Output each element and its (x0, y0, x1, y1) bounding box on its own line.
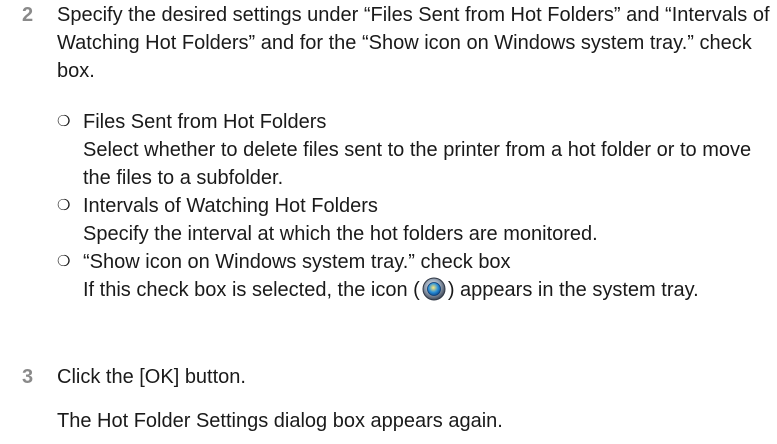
bullet-title: “Show icon on Windows system tray.” chec… (83, 251, 511, 273)
bullet-description-end: ) appears in the system tray. (447, 279, 699, 301)
step-instruction: Click the [OK] button. (57, 366, 246, 388)
bullet-title: Intervals of Watching Hot Folders (83, 195, 378, 217)
bullet-description: Specify the interval at which the hot fo… (83, 223, 598, 245)
circle-bullet-icon: ❍ (57, 113, 71, 130)
bullet-description: Select whether to delete files sent to t… (83, 139, 752, 189)
bullet-description-start: If this check box is selected, the icon … (83, 279, 420, 301)
step-instruction: Specify the desired settings under “File… (57, 4, 770, 82)
circle-bullet-icon: ❍ (57, 253, 71, 270)
bullet-description: If this check box is selected, the icon … (83, 276, 773, 304)
circle-bullet-icon: ❍ (57, 197, 71, 214)
bullet-title: Files Sent from Hot Folders (83, 111, 327, 133)
step-number: 3 (22, 366, 34, 388)
step-number: 2 (22, 4, 34, 26)
result-text: The Hot Folder Settings dialog box appea… (57, 410, 503, 432)
hot-folder-tray-icon (422, 277, 446, 301)
